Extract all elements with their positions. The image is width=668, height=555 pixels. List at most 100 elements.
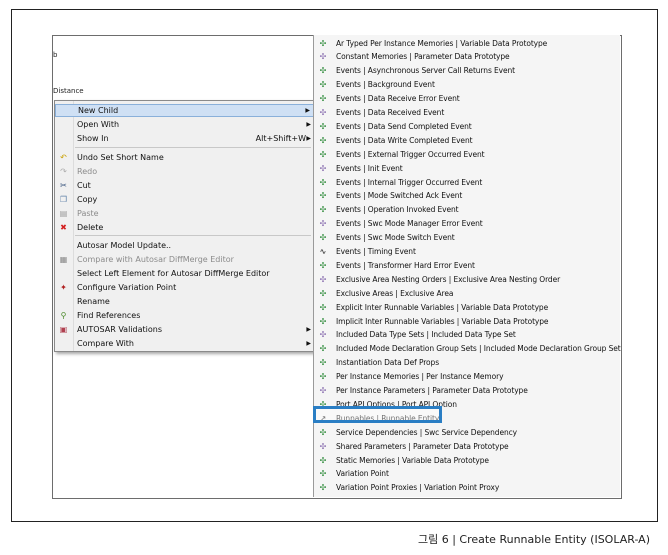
child-element-icon: ✣ <box>319 163 327 173</box>
child-element-icon: ✣ <box>319 288 327 298</box>
submenu-item[interactable]: ✣ Exclusive Areas | Exclusive Area <box>314 286 620 300</box>
submenu-item-label: Events | Init Event <box>336 163 403 173</box>
child-element-icon: ✣ <box>319 441 327 451</box>
context-menu-item[interactable]: Compare With ▶ <box>55 337 314 350</box>
submenu-item-label: Variation Point <box>336 469 389 479</box>
submenu-item[interactable]: ✣ Events | Transformer Hard Error Event <box>314 258 620 272</box>
submenu-item[interactable]: ✣ Events | Background Event <box>314 78 620 92</box>
submenu-item-label: Events | Background Event <box>336 80 435 90</box>
submenu-item[interactable]: ✣ Included Mode Declaration Group Sets | … <box>314 342 621 356</box>
submenu-item[interactable]: ✣ Variation Point <box>314 467 620 481</box>
figure-caption: 그림 6 | Create Runnable Entity (ISOLAR-A) <box>417 533 650 546</box>
submenu-item[interactable]: ✣ Events | External Trigger Occurred Even… <box>314 147 620 161</box>
child-element-icon: ✣ <box>319 121 327 131</box>
context-menu-item[interactable]: Show In Alt+Shift+W ▶ <box>55 132 314 145</box>
submenu-item-label: Events | Timing Event <box>336 247 416 256</box>
child-element-icon: ✣ <box>319 483 327 493</box>
submenu-item-label: Events | Data Receive Error Event <box>336 94 460 104</box>
menu-separator <box>75 235 311 236</box>
context-menu: New Child ▶ Open With ▶ Show In Alt+Shift+W ▶ ↶… <box>54 100 315 352</box>
submenu-item-label: Events | Mode Switched Ack Event <box>336 191 463 201</box>
compare-icon: ▦ <box>59 255 68 264</box>
submenu-item[interactable]: ✣ Exclusive Area Nesting Orders | Exclusi… <box>314 272 620 286</box>
submenu-item[interactable]: ✣ Events | Operation Invoked Event <box>314 203 620 217</box>
submenu-arrow-icon: ▶ <box>306 340 311 347</box>
submenu-item-label: Events | Data Write Completed Event <box>336 135 473 145</box>
submenu-item[interactable]: ✣ Shared Parameters | Parameter Data Prot… <box>314 439 620 453</box>
child-element-icon: ✣ <box>319 358 327 368</box>
submenu-item[interactable]: ✣ Events | Data Write Completed Event <box>314 133 620 147</box>
submenu-item-label: Events | Transformer Hard Error Event <box>336 260 475 270</box>
submenu-item[interactable]: ✣ Events | Data Receive Error Event <box>314 92 620 106</box>
context-menu-item[interactable]: Open With ▶ <box>55 118 314 131</box>
context-menu-item[interactable]: ▤ Paste <box>55 207 314 220</box>
submenu-item[interactable]: ✣ Explicit Inter Runnable Variables | Var… <box>314 300 620 314</box>
context-menu-item-label: Select Left Element for Autosar DiffMerg… <box>77 269 270 278</box>
context-menu-item-label: Redo <box>77 167 98 176</box>
context-menu-item[interactable]: ⚲ Find References <box>55 309 314 322</box>
submenu-arrow-icon: ▶ <box>306 121 311 128</box>
context-menu-item-label: Compare With <box>77 339 134 348</box>
redo-icon: ↷ <box>60 167 67 176</box>
submenu-item-label: Events | Operation Invoked Event <box>336 205 459 215</box>
submenu-item[interactable]: ✣ Static Memories | Variable Data Prototy… <box>314 453 620 467</box>
new-child-submenu: ✣ Ar Typed Per Instance Memories | Variab… <box>313 35 621 497</box>
submenu-item[interactable]: ✣ Events | Init Event <box>314 161 620 175</box>
submenu-item[interactable]: ✣ Ar Typed Per Instance Memories | Variab… <box>314 36 620 50</box>
child-element-icon: ✣ <box>319 191 327 201</box>
paste-icon: ▤ <box>59 209 68 218</box>
child-element-icon: ✣ <box>319 38 327 48</box>
variation-icon: ✦ <box>60 283 67 292</box>
child-element-icon: ✣ <box>319 316 327 326</box>
submenu-item[interactable]: ✣ Events | Asynchronous Server Call Retur… <box>314 64 620 78</box>
submenu-item[interactable]: ✣ Events | Internal Trigger Occurred Even… <box>314 175 620 189</box>
submenu-item-label: Exclusive Area Nesting Orders | Exclusiv… <box>336 274 561 284</box>
context-menu-item[interactable]: Rename <box>55 295 314 308</box>
submenu-item-label: Instantiation Data Def Props <box>336 358 440 368</box>
submenu-item-label: Variation Point Proxies | Variation Poin… <box>336 483 500 493</box>
context-menu-item-label: Compare with Autosar DiffMerge Editor <box>77 255 234 264</box>
child-element-icon: ✣ <box>319 52 327 62</box>
context-menu-item[interactable]: ✂ Cut <box>55 179 314 192</box>
cut-icon: ✂ <box>60 181 67 190</box>
context-menu-item[interactable]: ↷ Redo <box>55 165 314 178</box>
context-menu-item-label: Find References <box>77 311 141 320</box>
submenu-item[interactable]: ✣ Implicit Inter Runnable Variables | Var… <box>314 314 620 328</box>
undo-icon: ↶ <box>60 153 67 162</box>
context-menu-item[interactable]: New Child ▶ <box>55 104 314 117</box>
submenu-item-label: Included Mode Declaration Group Sets | I… <box>336 344 621 354</box>
submenu-item[interactable]: ✣ Included Data Type Sets | Included Data… <box>314 328 620 342</box>
context-menu-item[interactable]: ✖ Delete <box>55 221 314 234</box>
submenu-item[interactable]: ✣ Service Dependencies | Swc Service Depe… <box>314 425 620 439</box>
submenu-item[interactable]: ✣ Per Instance Parameters | Parameter Dat… <box>314 384 620 398</box>
submenu-item[interactable]: ✣ Events | Mode Switched Ack Event <box>314 189 620 203</box>
submenu-item-label: Events | External Trigger Occurred Event <box>336 149 485 159</box>
submenu-item[interactable]: ✣ Events | Swc Mode Manager Error Event <box>314 217 620 231</box>
submenu-item[interactable]: ✣ Events | Data Send Completed Event <box>314 119 620 133</box>
child-element-icon: ✣ <box>319 135 327 145</box>
context-menu-item-label: Configure Variation Point <box>77 283 177 292</box>
context-menu-item[interactable]: ↶ Undo Set Short Name <box>55 151 314 164</box>
context-menu-item-label: Show In <box>77 134 109 143</box>
context-menu-item[interactable]: ✦ Configure Variation Point <box>55 281 314 294</box>
context-menu-item[interactable]: ❐ Copy <box>55 193 314 206</box>
submenu-item[interactable]: ✣ Events | Data Received Event <box>314 106 620 120</box>
submenu-item[interactable]: ✣ Variation Point Proxies | Variation Poi… <box>314 481 620 495</box>
submenu-item-label: Implicit Inter Runnable Variables | Vari… <box>336 316 549 326</box>
context-menu-item[interactable]: ▣ AUTOSAR Validations ▶ <box>55 323 314 336</box>
submenu-item-label: Events | Swc Mode Switch Event <box>336 233 455 243</box>
child-element-icon: ✣ <box>319 149 327 159</box>
submenu-item[interactable]: ✣ Constant Memories | Parameter Data Prot… <box>314 50 620 64</box>
child-element-icon: ✣ <box>319 205 327 215</box>
submenu-item[interactable]: ✣ Per Instance Memories | Per Instance Me… <box>314 370 620 384</box>
submenu-item[interactable]: ∿ Events | Timing Event <box>314 245 620 259</box>
context-menu-item[interactable]: Autosar Model Update.. <box>55 239 314 252</box>
child-element-icon: ✣ <box>319 80 327 90</box>
submenu-item[interactable]: ✣ Instantiation Data Def Props <box>314 356 620 370</box>
context-menu-item[interactable]: ▦ Compare with Autosar DiffMerge Editor <box>55 253 314 266</box>
context-menu-item[interactable]: Select Left Element for Autosar DiffMerg… <box>55 267 314 280</box>
submenu-item-label: Per Instance Memories | Per Instance Mem… <box>336 372 504 382</box>
submenu-item[interactable]: ✣ Events | Swc Mode Switch Event <box>314 231 620 245</box>
child-element-icon: ✣ <box>319 177 327 187</box>
child-element-icon: ✣ <box>319 233 327 243</box>
